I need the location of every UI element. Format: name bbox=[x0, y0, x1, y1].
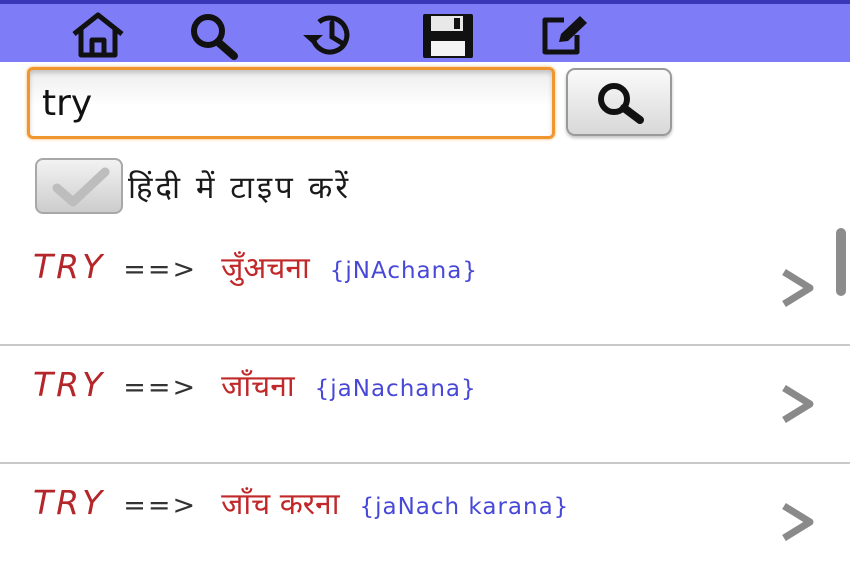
transliteration: {jaNachana} bbox=[314, 376, 477, 402]
transliteration: {jaNach karana} bbox=[359, 494, 570, 520]
english-word: TRY bbox=[33, 247, 106, 286]
hindi-typing-checkbox[interactable] bbox=[35, 158, 123, 214]
home-icon[interactable] bbox=[66, 10, 130, 60]
checkmark-icon bbox=[52, 167, 110, 207]
hindi-word: जाँचना bbox=[221, 369, 295, 404]
result-row[interactable]: TRY ==> जुँअचना {jNAchana} bbox=[0, 228, 830, 346]
top-toolbar bbox=[0, 0, 850, 62]
search-input[interactable] bbox=[27, 67, 555, 139]
arrow-text: ==> bbox=[123, 254, 198, 285]
save-icon[interactable] bbox=[416, 10, 480, 60]
edit-icon[interactable] bbox=[532, 10, 596, 60]
arrow-text: ==> bbox=[123, 490, 198, 521]
chevron-right-icon bbox=[772, 380, 820, 428]
transliteration: {jNAchana} bbox=[329, 258, 478, 284]
chevron-right-icon bbox=[772, 498, 820, 546]
english-word: TRY bbox=[33, 483, 106, 522]
result-row[interactable]: TRY ==> जाँच करना {jaNach karana} bbox=[0, 464, 830, 582]
chevron-right-icon bbox=[772, 264, 820, 312]
english-word: TRY bbox=[33, 365, 106, 404]
search-button[interactable] bbox=[566, 68, 672, 136]
result-row[interactable]: TRY ==> जाँचना {jaNachana} bbox=[0, 346, 830, 464]
scrollbar-thumb[interactable] bbox=[836, 228, 846, 296]
search-icon[interactable] bbox=[182, 10, 246, 60]
arrow-text: ==> bbox=[123, 372, 198, 403]
hindi-typing-label: हिंदी में टाइप करें bbox=[128, 170, 352, 206]
hindi-word: जाँच करना bbox=[221, 487, 340, 522]
search-icon bbox=[598, 83, 644, 124]
hindi-word: जुँअचना bbox=[221, 251, 310, 286]
history-icon[interactable] bbox=[298, 10, 362, 60]
